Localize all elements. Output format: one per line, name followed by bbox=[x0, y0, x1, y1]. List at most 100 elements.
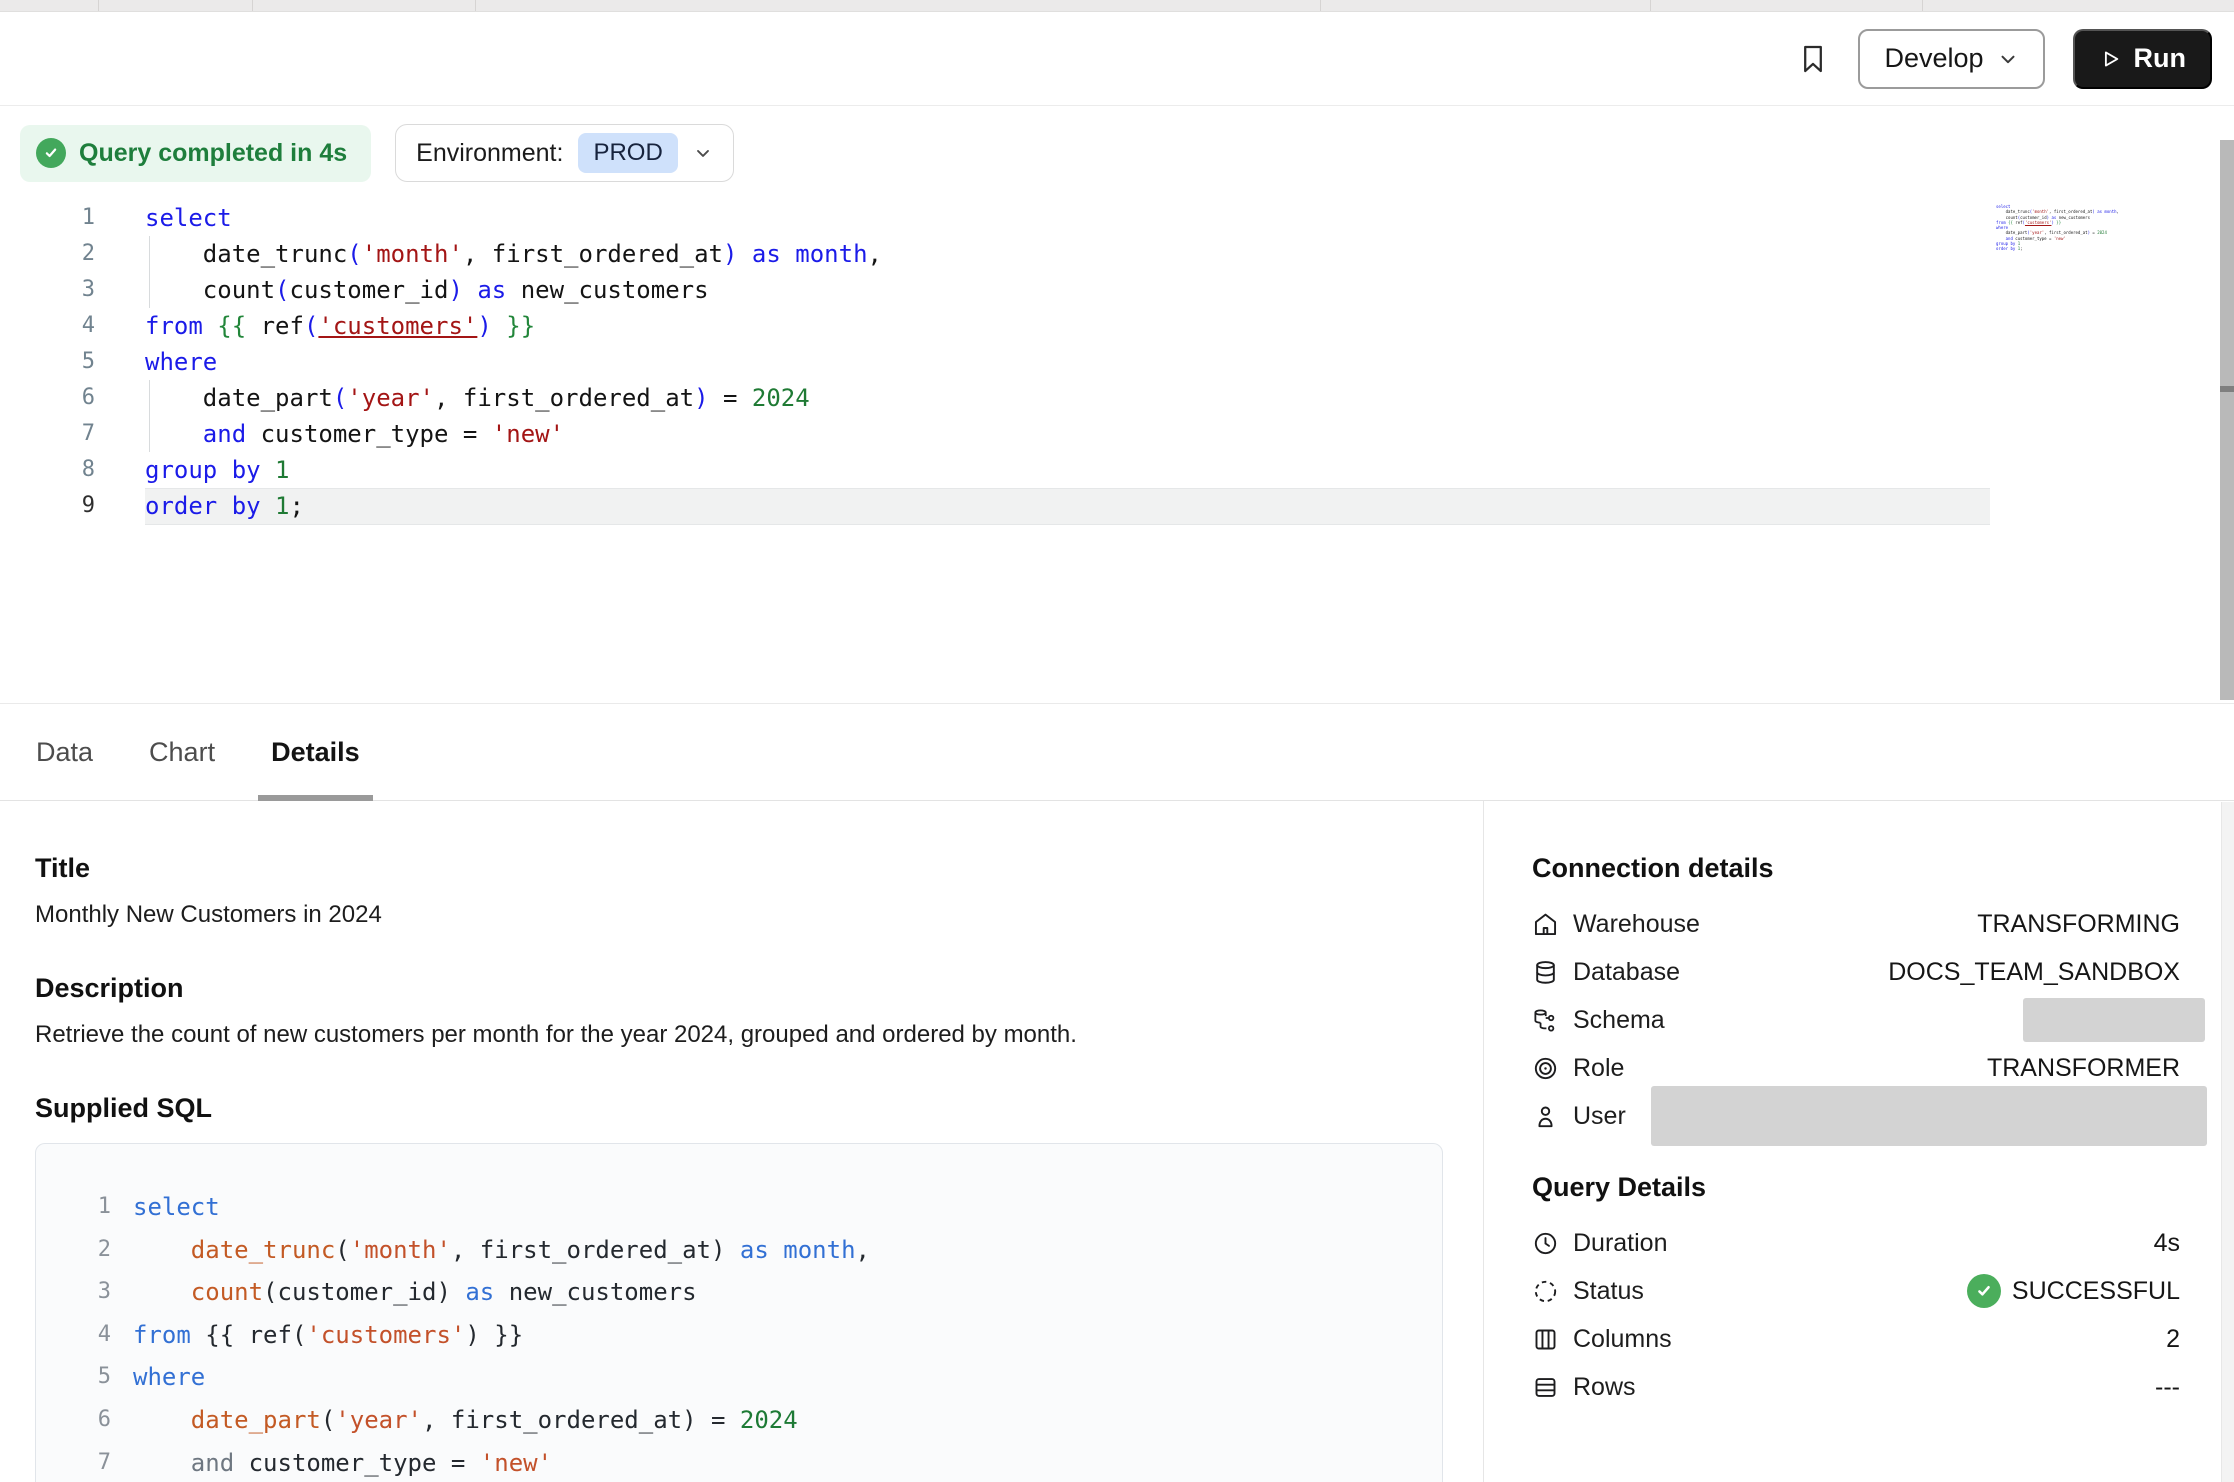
editor-line-5[interactable]: 5where bbox=[0, 344, 2234, 380]
line-number: 8 bbox=[0, 452, 95, 488]
supplied-sql-line-5: 5where bbox=[81, 1356, 1442, 1399]
line-number: 6 bbox=[81, 1399, 111, 1442]
status-row: Query completed in 4s Environment: PROD bbox=[20, 124, 734, 182]
description-heading: Description bbox=[35, 973, 1443, 1004]
user-icon bbox=[1532, 1103, 1559, 1130]
success-check-icon bbox=[1967, 1274, 2001, 1308]
database-icon bbox=[1532, 959, 1559, 986]
query-details-row-rows: Rows--- bbox=[1532, 1363, 2180, 1411]
query-status-text: Query completed in 4s bbox=[79, 139, 347, 168]
supplied-sql-line-6: 6 date_part('year', first_ordered_at) = … bbox=[81, 1399, 1442, 1442]
info-value-columns: 2 bbox=[2166, 1325, 2180, 1354]
bookmark-icon[interactable] bbox=[1796, 40, 1830, 78]
details-right-pane: Connection details Warehouse TRANSFORMING… bbox=[1483, 801, 2234, 1482]
query-status-pill: Query completed in 4s bbox=[20, 125, 371, 182]
line-number: 1 bbox=[81, 1186, 111, 1229]
role-icon bbox=[1532, 1055, 1559, 1082]
line-number: 1 bbox=[0, 200, 95, 236]
editor-line-9[interactable]: 9order by 1; bbox=[0, 488, 2234, 524]
connection-row-user: User bbox=[1532, 1092, 2180, 1140]
sql-editor[interactable]: 1select2 date_trunc('month', first_order… bbox=[0, 200, 2234, 540]
editor-line-3[interactable]: 3 count(customer_id) as new_customers bbox=[0, 272, 2234, 308]
line-number: 4 bbox=[0, 308, 95, 344]
info-value-warehouse: TRANSFORMING bbox=[1977, 910, 2180, 939]
develop-button-label: Develop bbox=[1884, 43, 1983, 74]
environment-label: Environment: bbox=[416, 139, 563, 168]
run-button[interactable]: Run bbox=[2073, 29, 2212, 89]
line-number: 5 bbox=[0, 344, 95, 380]
info-label: Role bbox=[1573, 1054, 1624, 1083]
line-number: 2 bbox=[0, 236, 95, 272]
connection-row-database: Database DOCS_TEAM_SANDBOX bbox=[1532, 948, 2180, 996]
run-button-label: Run bbox=[2134, 43, 2186, 74]
status-icon bbox=[1532, 1278, 1559, 1305]
details-content: Title Monthly New Customers in 2024 Desc… bbox=[0, 801, 2234, 1482]
tab-details[interactable]: Details bbox=[258, 704, 373, 800]
success-check-icon bbox=[36, 138, 66, 168]
query-details-heading: Query Details bbox=[1532, 1172, 2180, 1203]
results-tabbar: Data Chart Details bbox=[0, 703, 2234, 801]
play-icon bbox=[2099, 48, 2121, 70]
connection-row-schema: Schema bbox=[1532, 996, 2180, 1044]
connection-row-warehouse: Warehouse TRANSFORMING bbox=[1532, 900, 2180, 948]
chevron-down-icon bbox=[693, 143, 713, 163]
columns-icon bbox=[1532, 1326, 1559, 1353]
editor-line-6[interactable]: 6 date_part('year', first_ordered_at) = … bbox=[0, 380, 2234, 416]
query-details-row-columns: Columns 2 bbox=[1532, 1315, 2180, 1363]
connection-row-role: Role TRANSFORMER bbox=[1532, 1044, 2180, 1092]
editor-line-1[interactable]: 1select bbox=[0, 200, 2234, 236]
schema-icon bbox=[1532, 1007, 1559, 1034]
line-number: 2 bbox=[81, 1229, 111, 1272]
info-label: Columns bbox=[1573, 1325, 1672, 1354]
editor-line-4[interactable]: 4from {{ ref('customers') }} bbox=[0, 308, 2234, 344]
supplied-sql-line-2: 2 date_trunc('month', first_ordered_at) … bbox=[81, 1229, 1442, 1272]
environment-value-badge: PROD bbox=[578, 133, 677, 173]
info-label: Rows bbox=[1573, 1373, 1636, 1402]
environment-dropdown[interactable]: Environment: PROD bbox=[395, 124, 734, 182]
tab-chart[interactable]: Chart bbox=[136, 704, 228, 800]
line-number: 9 bbox=[0, 488, 95, 524]
title-heading: Title bbox=[35, 853, 1443, 884]
info-label: Database bbox=[1573, 958, 1680, 987]
warehouse-icon bbox=[1532, 911, 1559, 938]
develop-button[interactable]: Develop bbox=[1858, 29, 2044, 89]
info-value-database: DOCS_TEAM_SANDBOX bbox=[1888, 958, 2180, 987]
info-label: User bbox=[1573, 1102, 1626, 1131]
info-value-role: TRANSFORMER bbox=[1987, 1054, 2180, 1083]
supplied-sql-line-1: 1select bbox=[81, 1186, 1442, 1229]
line-number: 7 bbox=[0, 416, 95, 452]
info-label: Warehouse bbox=[1573, 910, 1700, 939]
line-number: 3 bbox=[81, 1271, 111, 1314]
info-label: Duration bbox=[1573, 1229, 1668, 1258]
supplied-sql-block: 1select2 date_trunc('month', first_order… bbox=[35, 1143, 1443, 1482]
line-number: 4 bbox=[81, 1314, 111, 1357]
tab-data[interactable]: Data bbox=[23, 704, 106, 800]
redacted-value-user bbox=[1651, 1086, 2207, 1146]
ref-customers-link[interactable]: 'customers' bbox=[318, 312, 477, 340]
info-label: Status bbox=[1573, 1277, 1644, 1306]
line-number: 7 bbox=[81, 1442, 111, 1482]
details-left-pane: Title Monthly New Customers in 2024 Desc… bbox=[0, 801, 1483, 1482]
editor-line-7[interactable]: 7 and customer_type = 'new' bbox=[0, 416, 2234, 452]
query-details-row-duration: Duration 4s bbox=[1532, 1219, 2180, 1267]
dbt-query-page: Develop Run Query completed in 4s Enviro… bbox=[0, 0, 2234, 1482]
line-number: 3 bbox=[0, 272, 95, 308]
editor-line-2[interactable]: 2 date_trunc('month', first_ordered_at) … bbox=[0, 236, 2234, 272]
editor-line-8[interactable]: 8group by 1 bbox=[0, 452, 2234, 488]
duration-icon bbox=[1532, 1230, 1559, 1257]
rows-icon bbox=[1532, 1374, 1559, 1401]
query-details-row-status: Status SUCCESSFUL bbox=[1532, 1267, 2180, 1315]
redacted-value-schema bbox=[2023, 998, 2205, 1042]
status-value-text: SUCCESSFUL bbox=[2012, 1277, 2180, 1306]
line-number: 5 bbox=[81, 1356, 111, 1399]
info-value-status: SUCCESSFUL bbox=[1967, 1274, 2180, 1308]
supplied-sql-line-3: 3 count(customer_id) as new_customers bbox=[81, 1271, 1442, 1314]
ref-customers-link[interactable]: 'customers' bbox=[306, 1321, 465, 1349]
supplied-sql-line-7: 7 and customer_type = 'new' bbox=[81, 1442, 1442, 1482]
description-value: Retrieve the count of new customers per … bbox=[35, 1021, 1443, 1049]
line-number: 6 bbox=[0, 380, 95, 416]
info-value-duration: 4s bbox=[2154, 1229, 2180, 1258]
connection-details-heading: Connection details bbox=[1532, 853, 2180, 884]
title-value: Monthly New Customers in 2024 bbox=[35, 901, 1443, 929]
details-scrollbar-track[interactable] bbox=[2221, 802, 2234, 1482]
